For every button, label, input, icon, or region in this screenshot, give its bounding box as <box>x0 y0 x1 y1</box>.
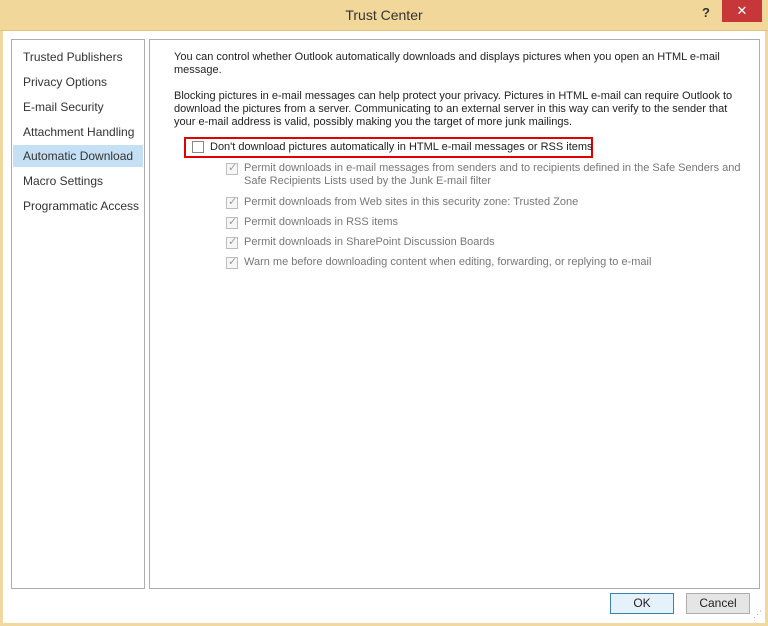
automatic-download-panel: You can control whether Outlook automati… <box>149 39 760 589</box>
category-sidebar: Trusted Publishers Privacy Options E-mai… <box>11 39 145 589</box>
dialog-client-area: Trusted Publishers Privacy Options E-mai… <box>3 31 765 623</box>
permit-sharepoint-checkbox <box>226 235 238 249</box>
permit-safe-senders-label: Permit downloads in e-mail messages from… <box>244 162 741 187</box>
title-bar: Trust Center ? ✕ <box>0 0 768 31</box>
warn-before-download-checkbox <box>226 255 238 269</box>
sidebar-item-email-security[interactable]: E-mail Security <box>13 96 143 118</box>
permit-rss-checkbox <box>226 215 238 229</box>
sidebar-item-automatic-download[interactable]: Automatic Download <box>13 145 143 167</box>
close-button[interactable]: ✕ <box>722 0 762 22</box>
permit-trusted-zone-checkbox <box>226 195 238 209</box>
permit-trusted-zone-label: Permit downloads from Web sites in this … <box>244 196 579 208</box>
warn-before-download-label: Warn me before downloading content when … <box>244 256 652 268</box>
help-button[interactable]: ? <box>698 4 714 22</box>
dont-download-pictures-label: Don't download pictures automatically in… <box>210 141 593 153</box>
dont-download-pictures-checkbox[interactable] <box>192 141 204 153</box>
intro-text: You can control whether Outlook automati… <box>174 51 720 76</box>
permit-sharepoint-label: Permit downloads in SharePoint Discussio… <box>244 236 495 248</box>
sidebar-item-macro-settings[interactable]: Macro Settings <box>13 170 143 192</box>
sidebar-item-trusted-publishers[interactable]: Trusted Publishers <box>13 46 143 68</box>
permit-rss-label: Permit downloads in RSS items <box>244 216 399 228</box>
sidebar-item-privacy-options[interactable]: Privacy Options <box>13 71 143 93</box>
privacy-explanation-text: Blocking pictures in e-mail messages can… <box>174 90 733 128</box>
ok-button[interactable]: OK <box>610 593 674 614</box>
dialog-title: Trust Center <box>345 7 423 23</box>
resize-grip-icon[interactable]: ⋰ <box>753 609 763 619</box>
sidebar-item-programmatic-access[interactable]: Programmatic Access <box>13 195 143 217</box>
cancel-button[interactable]: Cancel <box>686 593 750 614</box>
close-icon: ✕ <box>736 3 748 18</box>
permit-safe-senders-checkbox <box>226 161 238 175</box>
sidebar-item-attachment-handling[interactable]: Attachment Handling <box>13 121 143 143</box>
trust-center-dialog: Trust Center ? ✕ Trusted Publishers Priv… <box>0 0 768 626</box>
